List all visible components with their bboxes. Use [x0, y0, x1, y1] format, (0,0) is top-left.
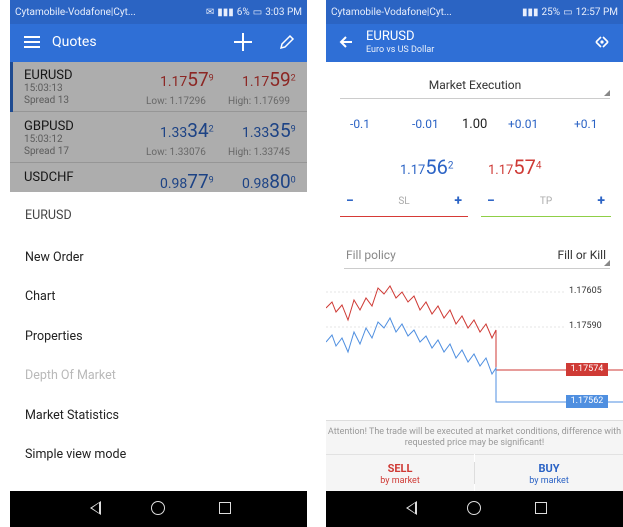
app-bar: EURUSD Euro vs US Dollar [326, 24, 623, 62]
sell-sublabel: by market [380, 476, 420, 486]
symbol-title: EURUSD [366, 29, 415, 44]
bid-price-tag: 1.17562 [566, 395, 608, 408]
arrow-left-icon[interactable] [338, 34, 354, 50]
volume-plus-0-1-button[interactable]: +0.1 [574, 117, 597, 131]
fill-policy-select[interactable]: Fill policy Fill or Kill [344, 246, 610, 269]
bid-prefix: 1.17 [400, 163, 426, 178]
buy-sublabel: by market [529, 476, 569, 486]
stop-loss-field[interactable]: − SL + [340, 193, 468, 217]
app-bar: Quotes [10, 24, 307, 62]
nav-recent-apps-icon[interactable] [219, 502, 231, 514]
menu-item-properties[interactable]: Properties [25, 329, 83, 344]
order-screen: Cytamobile-Vodafone|Cyt... ▮▮▮ 25% ▭ 12:… [326, 0, 623, 527]
carrier-name: Cytamobile-Vodafone|Cyt... [15, 6, 136, 18]
ask-price: 1.17574 [488, 155, 541, 179]
battery-level: 6% [236, 6, 250, 18]
bid-price: 1.17562 [400, 155, 453, 179]
hamburger-icon[interactable] [24, 36, 40, 48]
carrier-name: Cytamobile-Vodafone|Cyt... [331, 6, 452, 18]
volume-stepper: -0.1 -0.01 1.00 +0.01 +0.1 [326, 117, 623, 135]
nav-back-icon[interactable] [406, 501, 417, 515]
execution-type-value: Market Execution [428, 78, 522, 92]
bid-big-digits: 56 [425, 155, 448, 179]
ask-line [326, 285, 566, 371]
tp-label: TP [539, 196, 553, 207]
menu-item-depth-of-market: Depth Of Market [25, 368, 116, 383]
fill-policy-label: Fill policy [346, 248, 396, 262]
sell-label: SELL [387, 462, 413, 475]
status-bar: Cytamobile-Vodafone|Cyt... ▮▮▮ 25% ▭ 12:… [326, 0, 623, 24]
sell-button[interactable]: SELL by market [326, 454, 474, 491]
nav-back-icon[interactable] [90, 501, 101, 515]
signal-icon: ▮▮▮ [217, 6, 234, 18]
mail-icon: ✉ [205, 6, 215, 18]
dropdown-corner-icon [604, 260, 610, 266]
price-tick-label: 1.17590 [569, 321, 602, 331]
menu-item-chart[interactable]: Chart [25, 289, 55, 304]
bid-line [326, 316, 566, 403]
symbol-description: Euro vs US Dollar [366, 45, 435, 55]
volume-value[interactable]: 1.00 [462, 117, 487, 132]
market-warning: Attention! The trade will be executed at… [326, 420, 623, 454]
tp-plus-button[interactable]: + [597, 193, 605, 209]
nav-home-icon[interactable] [151, 501, 165, 515]
price-tick-label: 1.17605 [569, 286, 602, 296]
volume-plus-0-01-button[interactable]: +0.01 [508, 117, 538, 131]
status-bar: Cytamobile-Vodafone|Cyt... ✉ ▮▮▮ 6% ▭ 3:… [10, 0, 307, 24]
buy-label: BUY [538, 462, 560, 475]
ask-big-digits: 57 [513, 155, 536, 179]
dropdown-corner-icon [604, 90, 610, 96]
tick-chart: 1.17605 1.17590 1.17574 1.17562 [326, 280, 623, 415]
ask-prefix: 1.17 [488, 163, 514, 178]
execution-type-select[interactable]: Market Execution [340, 74, 610, 99]
battery-icon: ▭ [252, 6, 263, 18]
plus-icon[interactable] [234, 33, 252, 51]
menu-item-market-statistics[interactable]: Market Statistics [25, 408, 119, 423]
clock: 12:57 PM [575, 6, 618, 18]
volume-minus-0-1-button[interactable]: -0.1 [350, 117, 370, 131]
bid-pipette: 2 [447, 160, 454, 172]
volume-minus-0-01-button[interactable]: -0.01 [412, 117, 439, 131]
buy-button[interactable]: BUY by market [475, 454, 623, 491]
context-menu: EURUSD New Order Chart Properties Depth … [10, 192, 307, 490]
battery-icon: ▭ [563, 6, 573, 18]
system-nav-bar [10, 491, 307, 527]
fill-policy-value: Fill or Kill [557, 248, 606, 262]
clock: 3:03 PM [265, 6, 302, 18]
menu-item-simple-view-mode[interactable]: Simple view mode [25, 447, 126, 462]
quotes-screen: Cytamobile-Vodafone|Cyt... ✉ ▮▮▮ 6% ▭ 3:… [10, 0, 307, 527]
sl-label: SL [398, 196, 410, 207]
context-menu-header: EURUSD [25, 208, 72, 223]
sl-plus-button[interactable]: + [454, 193, 462, 209]
menu-item-new-order[interactable]: New Order [25, 250, 84, 265]
pencil-icon[interactable] [278, 33, 296, 51]
signal-icon: ▮▮▮ [522, 6, 539, 18]
ask-pipette: 4 [535, 160, 542, 172]
take-profit-field[interactable]: − TP + [481, 193, 611, 217]
nav-home-icon[interactable] [467, 501, 481, 515]
page-title: Quotes [52, 34, 97, 50]
nav-recent-apps-icon[interactable] [535, 502, 547, 514]
one-click-trading-icon[interactable] [592, 33, 612, 51]
battery-level: 25% [541, 6, 561, 18]
system-nav-bar [326, 491, 623, 527]
ask-price-tag: 1.17574 [566, 363, 608, 376]
scrim-overlay[interactable] [10, 62, 307, 192]
